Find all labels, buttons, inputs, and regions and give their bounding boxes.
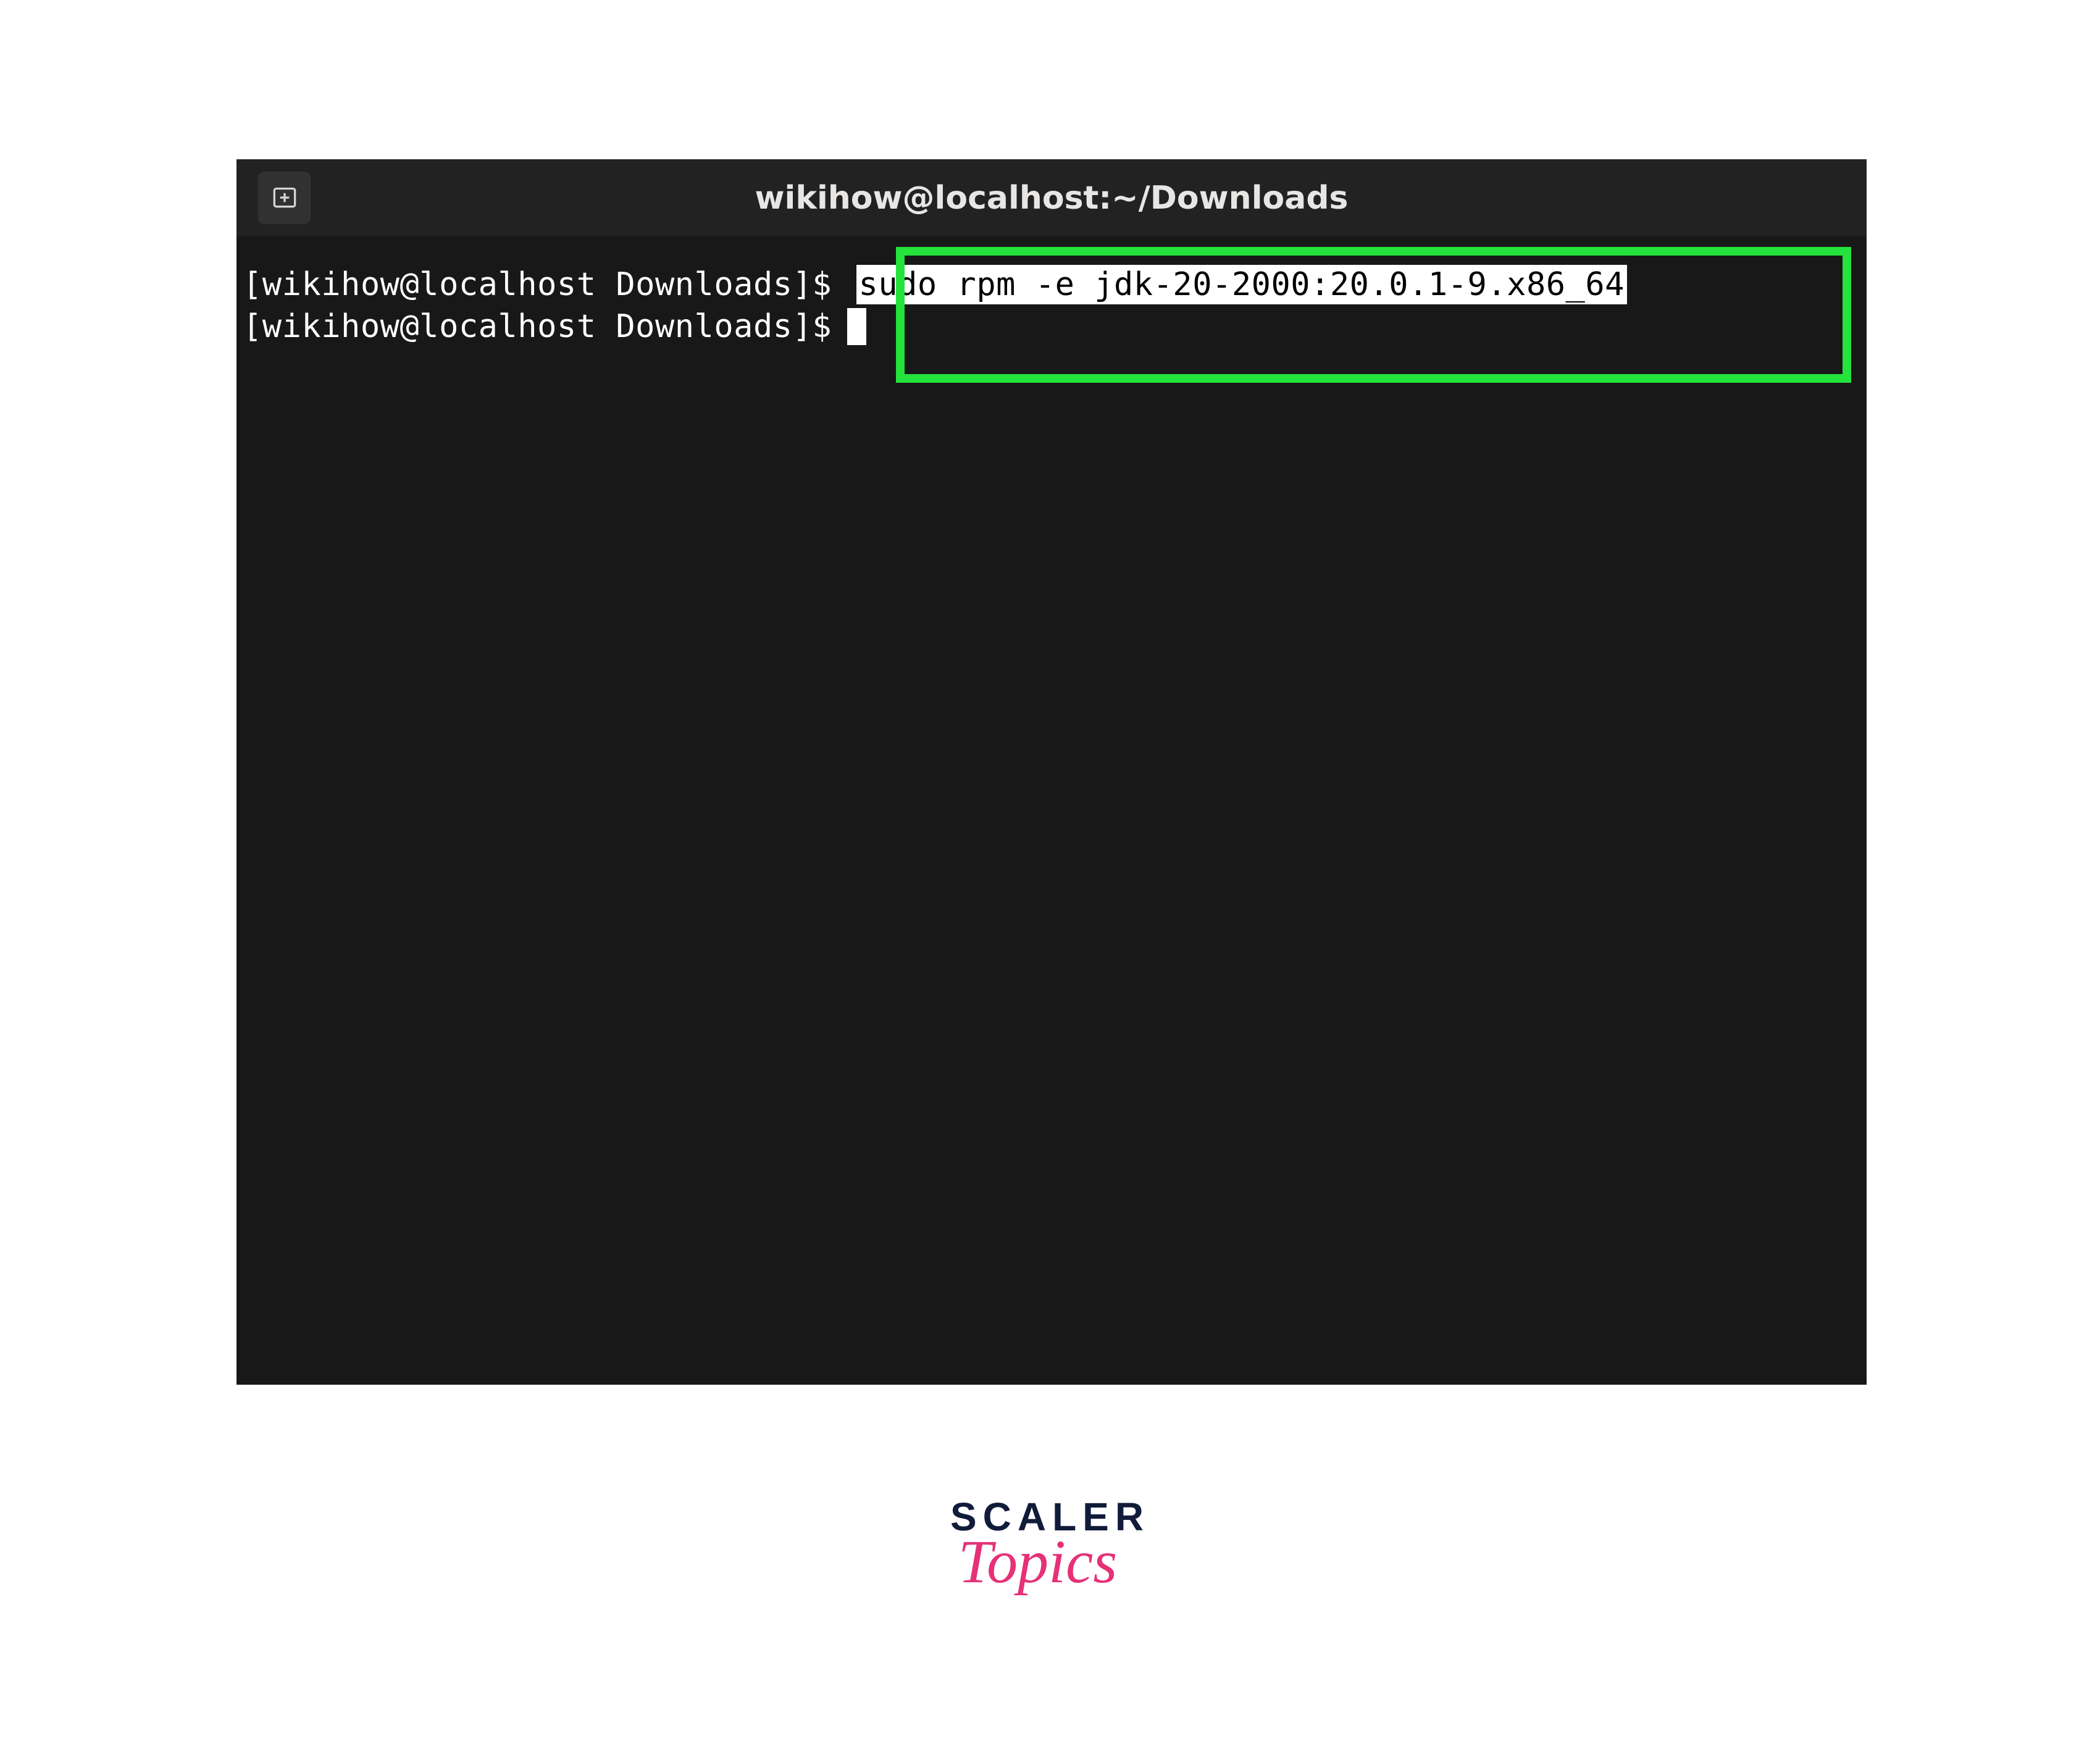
terminal-window: wikihow@localhost:~/Downloads [wikihow@l… — [236, 159, 1867, 1385]
prompt-text: [wikihow@localhost Downloads]$ — [243, 308, 832, 345]
command-text: sudo rpm -e jdk-20-2000:20.0.1-9.x86_64 — [856, 265, 1627, 304]
branding-logo: SCALER Topics — [950, 1494, 1150, 1597]
new-tab-button[interactable] — [258, 172, 311, 224]
titlebar: wikihow@localhost:~/Downloads — [236, 159, 1867, 236]
terminal-body[interactable]: [wikihow@localhost Downloads]$ sudo rpm … — [236, 252, 1867, 1385]
terminal-line: [wikihow@localhost Downloads]$ sudo rpm … — [243, 264, 1627, 306]
brand-secondary: Topics — [926, 1526, 1150, 1597]
cursor — [847, 308, 866, 345]
new-tab-icon — [269, 181, 300, 215]
terminal-line: [wikihow@localhost Downloads]$ — [243, 306, 866, 348]
window-title: wikihow@localhost:~/Downloads — [755, 180, 1348, 217]
prompt-text: [wikihow@localhost Downloads]$ — [243, 266, 832, 303]
